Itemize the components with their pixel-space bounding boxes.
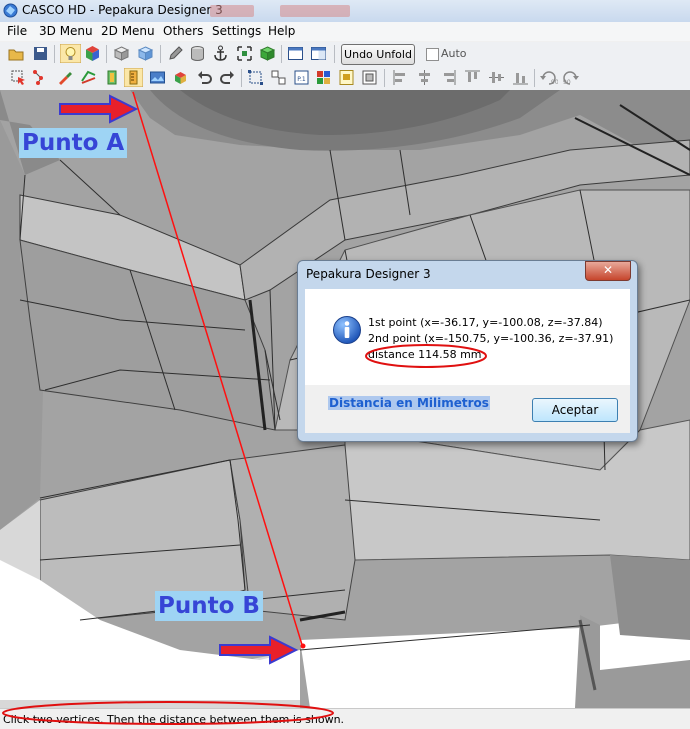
join-icon[interactable] — [80, 69, 97, 86]
redo-icon[interactable] — [219, 69, 236, 86]
dialog-body: 1st point (x=-36.17, y=-100.08, z=-37.84… — [305, 289, 630, 385]
undo-unfold-button[interactable]: Undo Unfold — [341, 44, 415, 65]
distance-note: Distancia en Milimetros — [328, 396, 490, 410]
toolbar-separator — [241, 69, 242, 87]
select-icon[interactable] — [10, 69, 27, 86]
point-b-label: Punto B — [155, 591, 263, 621]
toolbar-main: Undo Unfold Auto — [0, 42, 690, 67]
image-icon[interactable] — [149, 69, 166, 86]
app-icon — [3, 3, 18, 18]
auto-label: Auto — [441, 47, 467, 60]
frame-icon[interactable] — [361, 69, 378, 86]
info-icon — [333, 316, 361, 344]
move-icon[interactable] — [247, 69, 264, 86]
align-right-icon[interactable] — [440, 69, 457, 86]
toolbar-separator — [106, 45, 107, 63]
edge-select-icon[interactable] — [32, 69, 49, 86]
print-icon[interactable]: P.1 — [293, 69, 310, 86]
brush-icon[interactable] — [56, 69, 73, 86]
title-bar: CASCO HD - Pepakura Designer 3 — [0, 0, 690, 22]
cylinder-icon[interactable] — [189, 45, 206, 62]
toolbar-separator — [534, 69, 535, 87]
menu-help[interactable]: Help — [268, 24, 295, 38]
svg-text:P.1: P.1 — [297, 76, 306, 83]
rotate-part-icon[interactable] — [172, 69, 189, 86]
undo-icon[interactable] — [196, 69, 213, 86]
layout-split-icon[interactable] — [310, 45, 327, 62]
menu-2d[interactable]: 2D Menu — [101, 24, 155, 38]
ok-button[interactable]: Aceptar — [532, 398, 618, 422]
layers-icon[interactable] — [315, 69, 332, 86]
window-title: CASCO HD - Pepakura Designer 3 — [22, 3, 223, 17]
align-left-icon[interactable] — [392, 69, 409, 86]
measure-icon[interactable] — [124, 68, 143, 87]
open-icon[interactable] — [8, 45, 25, 62]
rotate-90-left-icon[interactable]: 90 — [539, 69, 558, 86]
dialog-title: Pepakura Designer 3 — [306, 267, 431, 281]
first-point-text: 1st point (x=-36.17, y=-100.08, z=-37.84… — [368, 316, 603, 329]
page-icon[interactable] — [338, 69, 355, 86]
blurred-tab-1 — [210, 5, 254, 17]
arrange-icon[interactable] — [270, 69, 287, 86]
fit-icon[interactable] — [236, 45, 253, 62]
blurred-tab-2 — [280, 5, 350, 17]
menu-settings[interactable]: Settings — [212, 24, 261, 38]
toolbar-separator — [160, 45, 161, 63]
arrow-right-icon — [59, 94, 138, 124]
toolbar-separator — [54, 45, 55, 63]
box-icon[interactable] — [113, 45, 130, 62]
auto-checkbox[interactable] — [426, 48, 439, 61]
toolbar-separator — [384, 69, 385, 87]
box-blue-icon[interactable] — [137, 45, 154, 62]
dialog-footer: Distancia en Milimetros Aceptar — [305, 385, 630, 433]
menu-bar: File 3D Menu 2D Menu Others Settings Hel… — [0, 22, 690, 41]
menu-others[interactable]: Others — [163, 24, 203, 38]
bulb-icon[interactable] — [60, 44, 81, 63]
align-center-icon[interactable] — [416, 69, 433, 86]
save-icon[interactable] — [32, 45, 49, 62]
fit-green-icon[interactable] — [259, 45, 276, 62]
status-highlight-oval — [2, 701, 334, 725]
point-a-label: Punto A — [19, 128, 128, 158]
svg-text:90: 90 — [563, 79, 571, 86]
distance-highlight-oval — [365, 344, 487, 368]
toolbar-separator — [334, 45, 335, 63]
arrow-right-icon — [219, 635, 298, 665]
anchor-icon[interactable] — [212, 45, 229, 62]
layout-single-icon[interactable] — [287, 45, 304, 62]
cube-color-icon[interactable] — [84, 45, 101, 62]
ruler-icon[interactable] — [104, 69, 121, 86]
menu-file[interactable]: File — [7, 24, 27, 38]
align-top-icon[interactable] — [464, 69, 481, 86]
svg-text:90: 90 — [551, 79, 558, 86]
dialog-close-button[interactable]: ✕ — [585, 261, 631, 281]
align-middle-icon[interactable] — [488, 69, 505, 86]
toolbar-edit: P.1 90 90 — [0, 66, 690, 91]
menu-3d[interactable]: 3D Menu — [39, 24, 93, 38]
toolbar-separator — [281, 45, 282, 63]
rotate-90-right-icon[interactable]: 90 — [561, 69, 580, 86]
measure-dialog: Pepakura Designer 3 ✕ 1st point (x=-36.1… — [297, 260, 638, 442]
align-bottom-icon[interactable] — [512, 69, 529, 86]
pencil-icon[interactable] — [167, 45, 184, 62]
